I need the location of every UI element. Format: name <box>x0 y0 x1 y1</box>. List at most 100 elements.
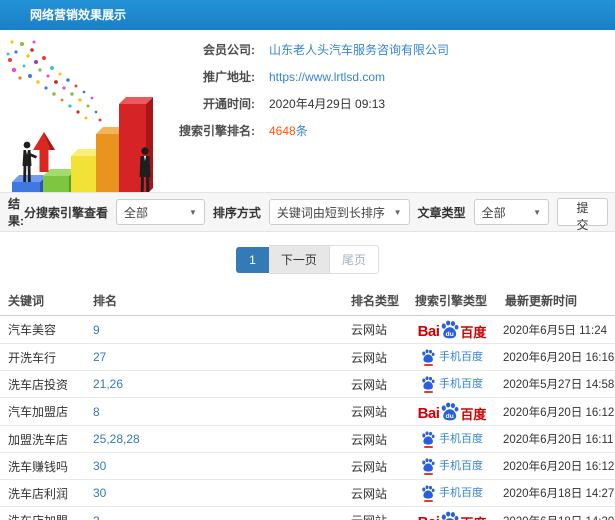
updated-header: 最新更新时间 <box>497 286 615 316</box>
rank-link[interactable]: 27 <box>85 343 343 371</box>
rank-link[interactable]: 3 <box>85 506 343 520</box>
chevron-down-icon: ▼ <box>393 207 402 217</box>
keyword-cell: 洗车店投资 <box>0 370 85 398</box>
updated-cell: 2020年6月5日 11:24 <box>497 315 615 344</box>
next-page-button[interactable]: 下一页 <box>268 245 330 274</box>
updated-cell: 2020年6月18日 14:27 <box>497 479 615 507</box>
engine-cell: 手机百度 <box>407 479 497 507</box>
keyword-cell: 洗车店利润 <box>0 479 85 507</box>
growth-chart-illustration <box>6 40 153 192</box>
svg-text:du: du <box>446 331 454 338</box>
engine-cell: Bai du 百度 <box>407 315 497 344</box>
baidu-paw-icon: du <box>442 320 459 339</box>
member-company-link[interactable]: 山东老人头汽车服务咨询有限公司 <box>269 41 449 58</box>
updated-cell: 2020年6月20日 16:12 <box>497 397 615 426</box>
table-row: 洗车店加盟 3 云网站 Bai du 百度 2020年6月18日 14:30 <box>0 506 615 520</box>
updated-cell: 2020年6月18日 14:30 <box>497 506 615 520</box>
table-row: 汽车美容 9 云网站 Bai du 百度 2020年6月5日 11:24 <box>0 315 615 344</box>
promo-url-link[interactable]: https://www.lrtlsd.com <box>269 70 385 84</box>
rank-link[interactable]: 9 <box>85 315 343 344</box>
rank-type-cell: 云网站 <box>343 370 407 398</box>
keyword-cell: 洗车赚钱吗 <box>0 452 85 480</box>
engine-type-header: 搜索引擎类型 <box>407 286 497 316</box>
table-row: 洗车店利润 30 云网站 手机百度 2020年6月18日 14:27 <box>0 479 615 507</box>
updated-cell: 2020年5月27日 14:58 <box>497 370 615 398</box>
keyword-cell: 开洗车行 <box>0 343 85 371</box>
rank-link[interactable]: 30 <box>85 452 343 480</box>
engine-cell: 手机百度 <box>407 425 497 453</box>
keyword-cell: 汽车美容 <box>0 315 85 344</box>
engine-cell: Bai du 百度 <box>407 397 497 426</box>
table-row: 汽车加盟店 8 云网站 Bai du 百度 2020年6月20日 16:12 <box>0 397 615 426</box>
rank-link[interactable]: 25,28,28 <box>85 425 343 453</box>
chevron-down-icon: ▼ <box>533 207 542 217</box>
article-type-value: 全部 <box>481 205 506 220</box>
article-type-label: 文章类型 <box>417 205 466 220</box>
rank-link[interactable]: 30 <box>85 479 343 507</box>
updated-cell: 2020年6月20日 16:11 <box>497 425 615 453</box>
header-bar: 网络营销效果展示 <box>0 0 615 30</box>
member-company-label: 会员公司: <box>203 43 255 57</box>
promo-url-label: 推广地址: <box>203 70 255 84</box>
table-row: 开洗车行 27 云网站 手机百度 2020年6月20日 16:16 <box>0 343 615 371</box>
rank-type-cell: 云网站 <box>343 425 407 453</box>
baidu-logo: Bai du 百度 <box>418 402 486 421</box>
mobile-baidu-logo: 手机百度 <box>421 484 483 502</box>
last-page-button[interactable]: 尾页 <box>329 245 379 274</box>
keyword-header: 关键词 <box>0 286 85 316</box>
mobile-baidu-logo: 手机百度 <box>421 348 483 366</box>
article-type-select[interactable]: 全部 ▼ <box>473 199 550 225</box>
filter-bar: 结果: 分搜索引擎查看 全部 ▼ 排序方式 关键词由短到长排序 ▼ 文章类型 全… <box>0 192 615 232</box>
engine-rank-label: 搜索引擎排名: <box>179 124 255 138</box>
mobile-baidu-logo: 手机百度 <box>421 430 483 448</box>
open-time-row: 开通时间: 2020年4月29日 09:13 <box>160 90 610 117</box>
engine-cell: 手机百度 <box>407 343 497 371</box>
sort-filter-select[interactable]: 关键词由短到长排序 ▼ <box>268 199 410 225</box>
engine-cell: 手机百度 <box>407 452 497 480</box>
baidu-paw-icon: du <box>442 402 459 421</box>
baidu-logo: Bai du 百度 <box>418 320 486 339</box>
updated-cell: 2020年6月20日 16:16 <box>497 343 615 371</box>
open-time-label: 开通时间: <box>203 97 255 111</box>
result-label: 结果: <box>8 197 24 228</box>
results-table-body: 汽车美容 9 云网站 Bai du 百度 2020年6月5日 11:24 开洗车… <box>0 315 615 520</box>
member-info: 会员公司: 山东老人头汽车服务咨询有限公司 推广地址: https://www.… <box>160 36 610 144</box>
rank-type-cell: 云网站 <box>343 315 407 344</box>
rank-link[interactable]: 21,26 <box>85 370 343 398</box>
mobile-baidu-logo: 手机百度 <box>421 457 483 475</box>
member-company-row: 会员公司: 山东老人头汽车服务咨询有限公司 <box>160 36 610 63</box>
top-section: 会员公司: 山东老人头汽车服务咨询有限公司 推广地址: https://www.… <box>0 30 615 192</box>
rank-type-cell: 云网站 <box>343 343 407 371</box>
engine-cell: 手机百度 <box>407 370 497 398</box>
engine-rank-count: 4648 <box>269 123 296 138</box>
engine-cell: Bai du 百度 <box>407 506 497 520</box>
submit-button[interactable]: 提交 <box>557 198 609 232</box>
svg-text:du: du <box>446 413 454 420</box>
mobile-baidu-logo: 手机百度 <box>421 375 483 393</box>
engine-filter-select[interactable]: 全部 ▼ <box>116 199 205 225</box>
updated-cell: 2020年6月20日 16:12 <box>497 452 615 480</box>
rank-link[interactable]: 8 <box>85 397 343 426</box>
baidu-logo: Bai du 百度 <box>418 511 486 520</box>
baidu-paw-icon <box>421 457 435 475</box>
up-arrow <box>33 132 55 172</box>
page-title: 网络营销效果展示 <box>30 8 127 22</box>
engine-rank-unit[interactable]: 条 <box>296 122 308 139</box>
rank-header: 排名 <box>85 286 343 316</box>
engine-filter-label: 分搜索引擎查看 <box>23 205 108 220</box>
engine-rank-row: 搜索引擎排名: 4648 条 <box>160 117 610 144</box>
keyword-cell: 洗车店加盟 <box>0 506 85 520</box>
keyword-cell: 汽车加盟店 <box>0 397 85 426</box>
chevron-down-icon: ▼ <box>188 207 197 217</box>
page-1-button[interactable]: 1 <box>236 246 269 273</box>
table-row: 加盟洗车店 25,28,28 云网站 手机百度 2020年6月20日 16:11 <box>0 425 615 453</box>
keyword-cell: 加盟洗车店 <box>0 425 85 453</box>
table-row: 洗车赚钱吗 30 云网站 手机百度 2020年6月20日 16:12 <box>0 452 615 480</box>
results-table: 关键词 排名 排名类型 搜索引擎类型 最新更新时间 汽车美容 9 云网站 Bai… <box>0 286 615 520</box>
rank-type-cell: 云网站 <box>343 397 407 426</box>
baidu-paw-icon <box>421 375 435 393</box>
open-time-value: 2020年4月29日 09:13 <box>269 97 386 111</box>
page: 网络营销效果展示 会员公司: 山东老人头汽车服务咨询有限公司 推广地址: htt… <box>0 0 615 520</box>
engine-filter-value: 全部 <box>124 205 149 220</box>
promo-url-row: 推广地址: https://www.lrtlsd.com <box>160 63 610 90</box>
